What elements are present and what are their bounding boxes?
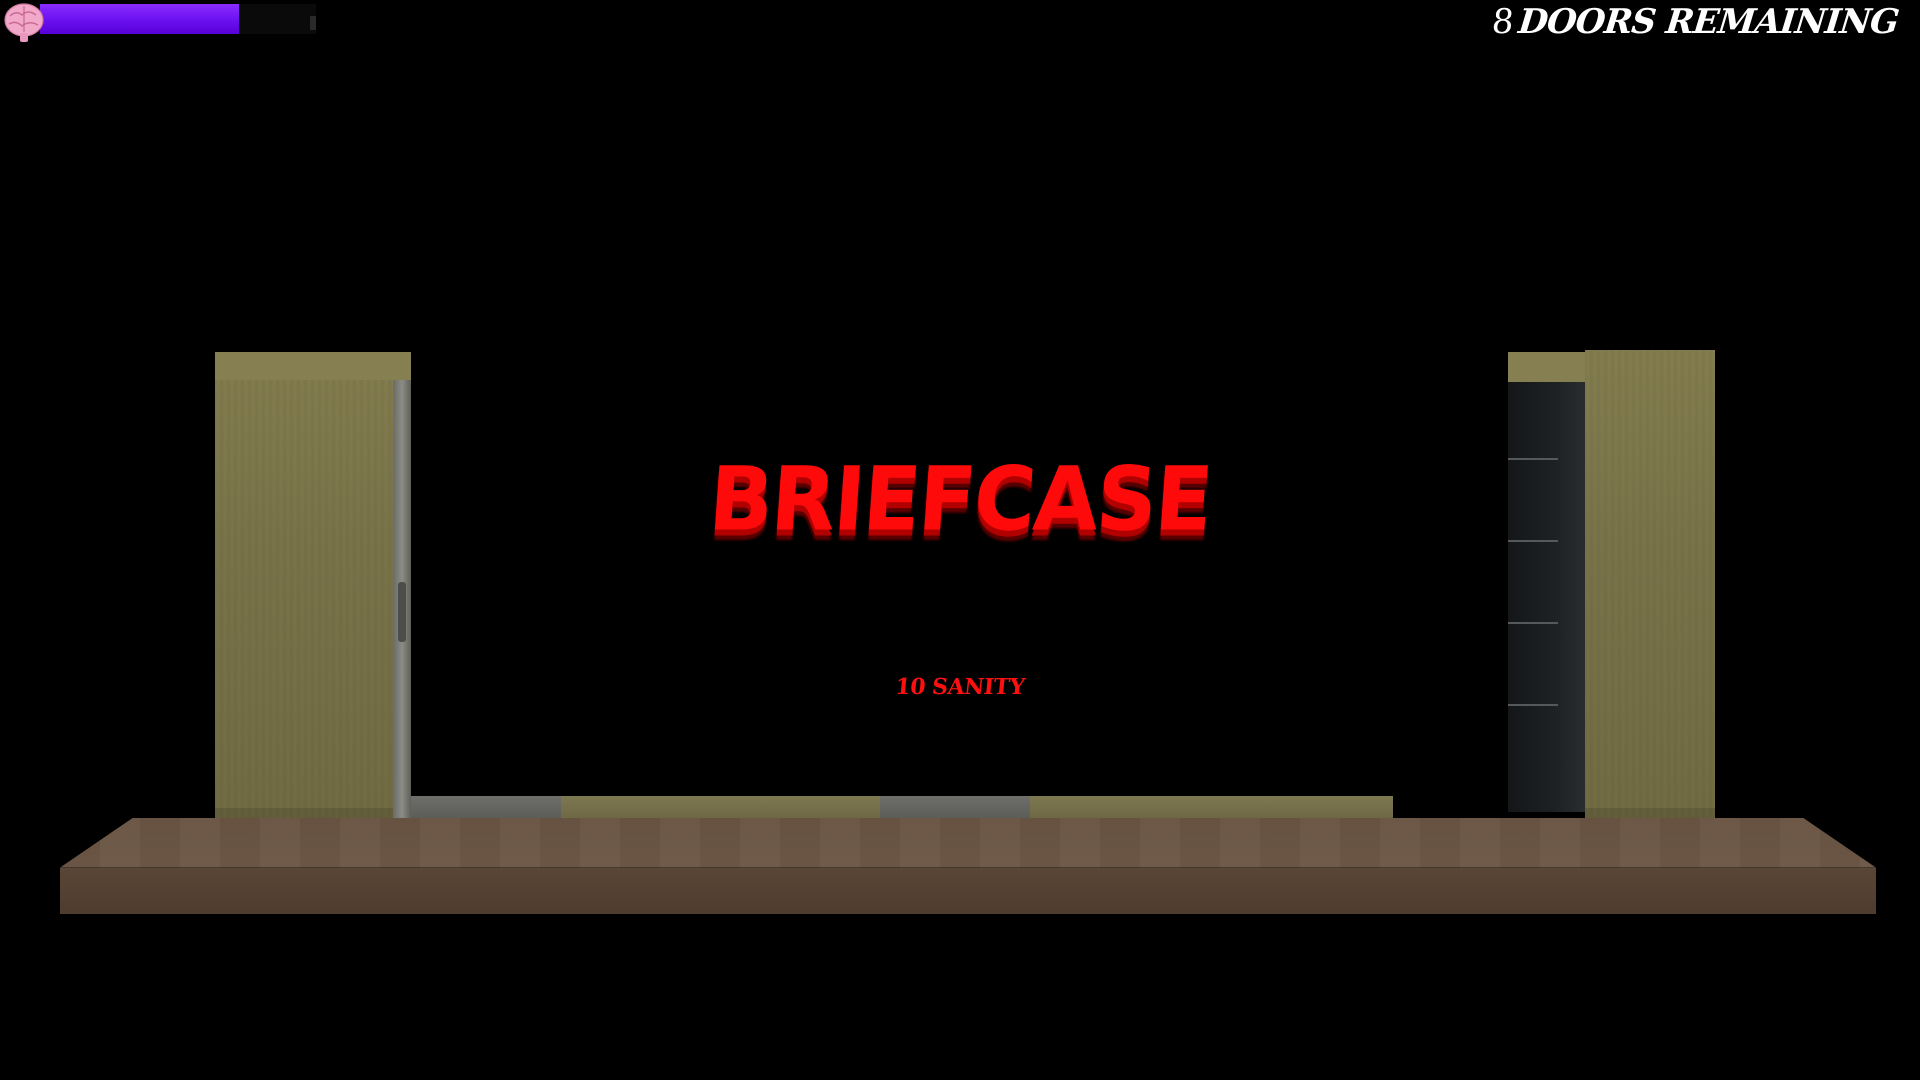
base-panel [880, 796, 1030, 818]
sanity-bar-fill [40, 4, 239, 34]
sanity-bar-track [40, 4, 316, 34]
floor-edge [60, 868, 1876, 914]
doors-remaining-counter: 8DOORS REMAINING [1490, 2, 1900, 42]
left-wall-cap [215, 352, 411, 380]
door-slat [1508, 704, 1558, 706]
base-panel [411, 796, 561, 818]
doors-count: 8 [1489, 2, 1515, 42]
brain-icon [4, 3, 44, 42]
game-scene: 8DOORS REMAINING BRIEFCASE 10 SANITY [0, 0, 1920, 1080]
door-handle-icon [398, 582, 406, 642]
door-slat [1508, 622, 1558, 624]
right-wall-pillar [1585, 350, 1715, 818]
left-wall-pillar [215, 352, 393, 818]
item-name-title: BRIEFCASE [705, 447, 1215, 551]
sanity-reward: 10 SANITY [0, 674, 1920, 700]
sanity-label: SANITY [930, 674, 1026, 700]
dark-room-void [411, 350, 1508, 796]
open-door[interactable] [1508, 382, 1585, 812]
doors-label: DOORS REMAINING [1516, 2, 1901, 42]
sanity-meter [0, 0, 330, 46]
right-wall-cap [1508, 352, 1585, 382]
sanity-amount: 10 [894, 674, 927, 700]
